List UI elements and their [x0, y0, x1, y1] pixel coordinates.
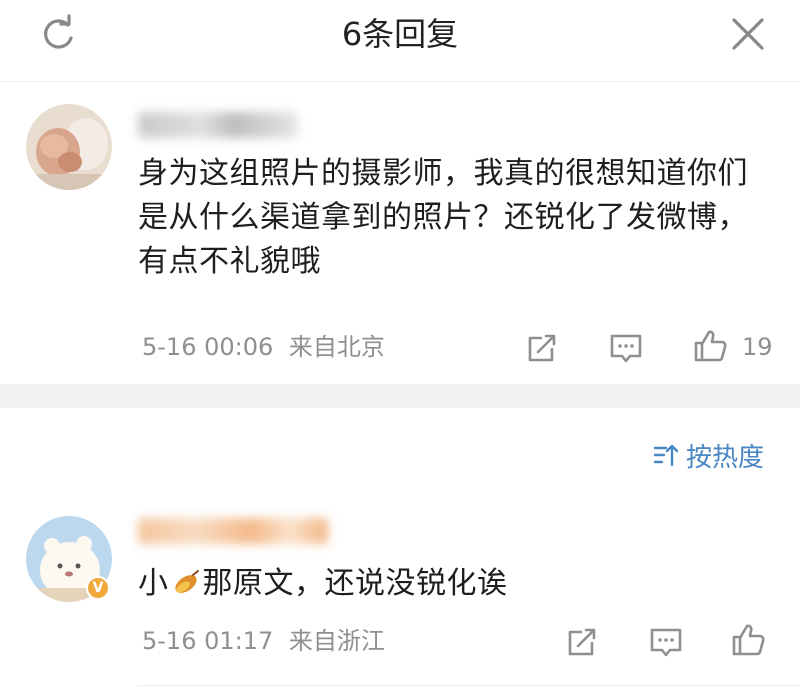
comment-text-prefix: 小 — [138, 566, 169, 601]
like-icon[interactable] — [730, 622, 766, 658]
comment-icon[interactable] — [648, 624, 684, 660]
divider — [138, 685, 800, 686]
username-blurred[interactable] — [138, 518, 328, 544]
comment-time: 5-16 01:17 — [142, 627, 274, 655]
verified-badge: V — [86, 576, 110, 600]
comment-text: 小 那原文，还说没锐化诶 — [138, 562, 778, 606]
comment-text-suffix: 那原文，还说没锐化诶 — [202, 566, 508, 601]
comment-location: 来自浙江 — [288, 627, 385, 655]
share-icon[interactable] — [564, 624, 600, 660]
comment-meta: 5-16 01:17 来自浙江 — [142, 626, 385, 656]
sweet-potato-emoji — [174, 570, 199, 593]
reply-comment: V 小 那原文，还说没锐化诶 5-16 01:17 来自浙江 — [0, 0, 800, 698]
